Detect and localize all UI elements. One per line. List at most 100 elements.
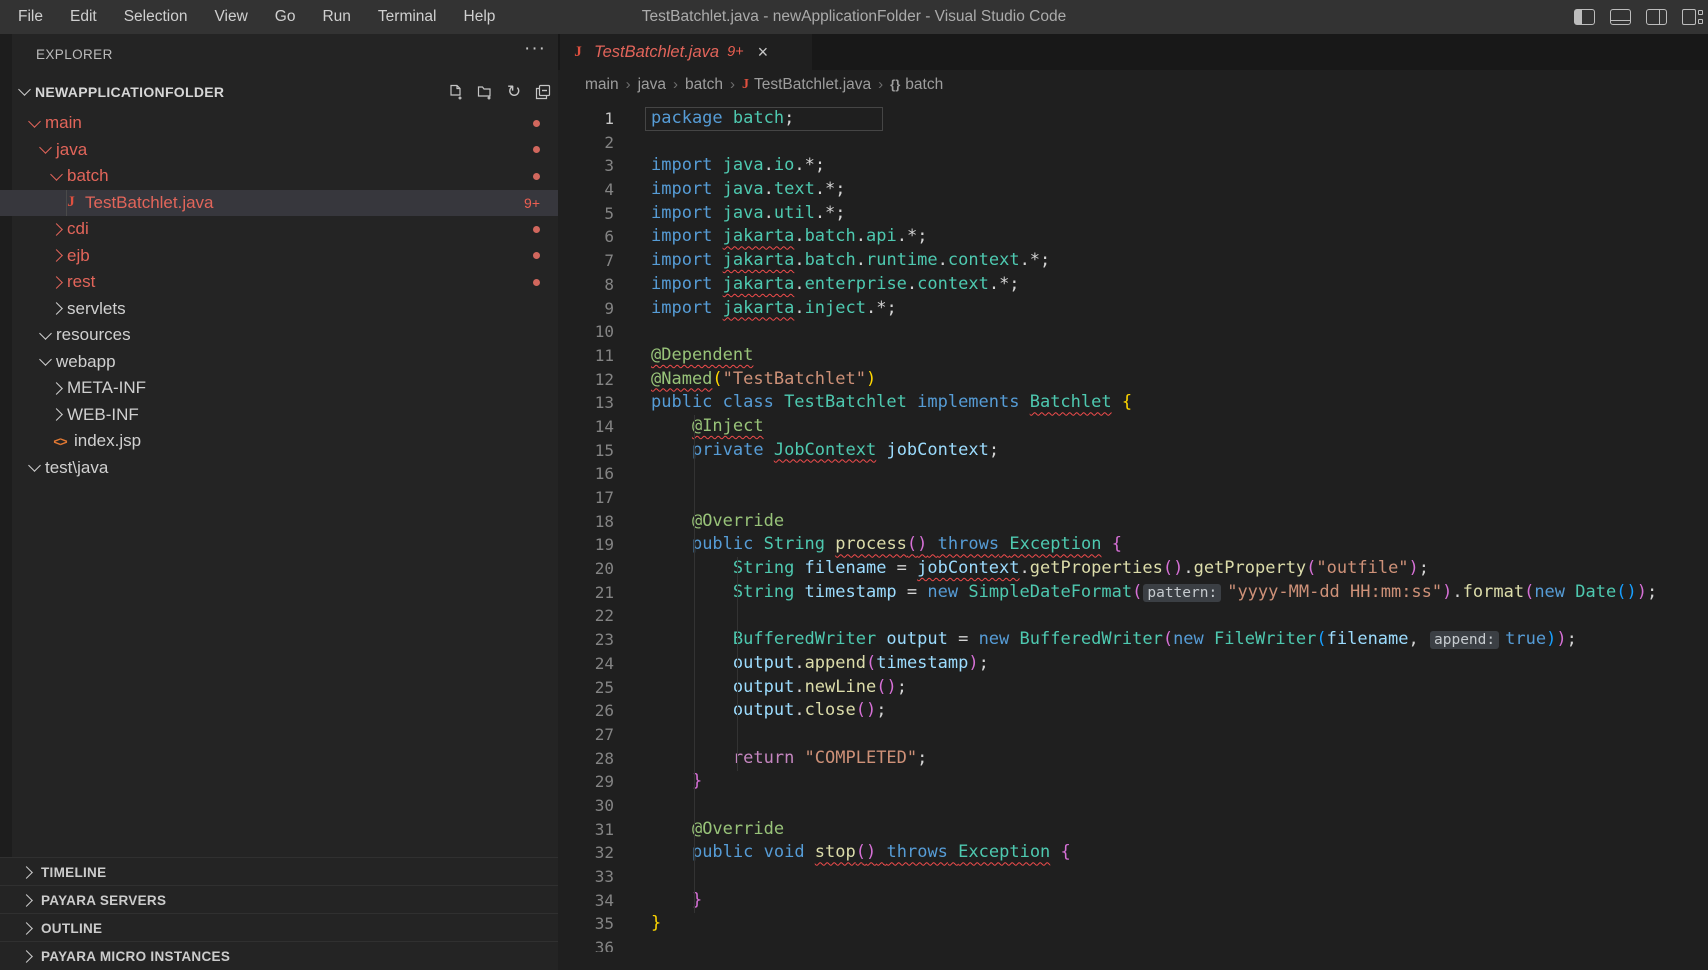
section-outline[interactable]: OUTLINE <box>0 913 558 942</box>
code-line-3[interactable]: 3import java.io.*; <box>558 154 1708 178</box>
code-line-34[interactable]: 34 } <box>558 889 1708 913</box>
code-line-28[interactable]: 28 return "COMPLETED"; <box>558 747 1708 771</box>
toggle-panel-icon[interactable] <box>1610 9 1631 25</box>
tree-item-rest[interactable]: rest <box>0 269 558 296</box>
tree-item-testbatchlet-java[interactable]: JTestBatchlet.java9+ <box>0 190 558 217</box>
tree-indent-guide <box>66 190 67 217</box>
breadcrumb-item-java[interactable]: java <box>638 76 666 94</box>
code-line-8[interactable]: 8import jakarta.enterprise.context.*; <box>558 273 1708 297</box>
menu-edit[interactable]: Edit <box>70 8 97 26</box>
breadcrumb-item-batch[interactable]: {}batch <box>890 76 943 94</box>
code-line-7[interactable]: 7import jakarta.batch.runtime.context.*; <box>558 249 1708 273</box>
line-number: 4 <box>558 178 614 202</box>
chevron-down-icon <box>18 83 31 96</box>
code-line-31[interactable]: 31 @Override <box>558 818 1708 842</box>
customize-layout-icon[interactable] <box>1682 9 1696 25</box>
workspace-folder-header[interactable]: NEWAPPLICATIONFOLDER ↻ <box>0 78 558 105</box>
code-line-25[interactable]: 25 output.newLine(); <box>558 676 1708 700</box>
menu-bar: File Edit Selection View Go Run Terminal Help <box>0 8 495 26</box>
line-content: import jakarta.inject.*; <box>651 297 897 321</box>
tab-testbatchlet-java[interactable]: J TestBatchlet.java 9+ × <box>560 34 812 70</box>
menu-run[interactable]: Run <box>322 8 350 26</box>
new-file-icon[interactable] <box>447 83 465 101</box>
code-line-32[interactable]: 32 public void stop() throws Exception { <box>558 841 1708 865</box>
refresh-icon[interactable]: ↻ <box>505 83 523 101</box>
code-line-26[interactable]: 26 output.close(); <box>558 699 1708 723</box>
code-line-30[interactable]: 30 <box>558 794 1708 818</box>
tree-item-main[interactable]: main <box>0 110 558 137</box>
code-line-27[interactable]: 27 <box>558 723 1708 747</box>
code-line-18[interactable]: 18 @Override <box>558 510 1708 534</box>
code-line-13[interactable]: 13public class TestBatchlet implements B… <box>558 391 1708 415</box>
code-line-21[interactable]: 21 String timestamp = new SimpleDateForm… <box>558 581 1708 605</box>
code-line-14[interactable]: 14 @Inject <box>558 415 1708 439</box>
code-line-20[interactable]: 20 String filename = jobContext.getPrope… <box>558 557 1708 581</box>
modified-dot-badge <box>533 146 540 153</box>
code-line-5[interactable]: 5import java.util.*; <box>558 202 1708 226</box>
code-line-15[interactable]: 15 private JobContext jobContext; <box>558 439 1708 463</box>
code-line-23[interactable]: 23 BufferedWriter output = new BufferedW… <box>558 628 1708 652</box>
code-line-16[interactable]: 16 <box>558 462 1708 486</box>
section-timeline[interactable]: TIMELINE <box>0 857 558 886</box>
breadcrumb-label: batch <box>905 76 943 94</box>
chevron-down-icon <box>39 327 52 340</box>
chevron-down-icon <box>28 115 41 128</box>
tree-item-webapp[interactable]: webapp <box>0 349 558 376</box>
menu-selection[interactable]: Selection <box>124 8 188 26</box>
menu-terminal[interactable]: Terminal <box>378 8 437 26</box>
code-editor[interactable]: 1package batch;23import java.io.*;4 impor… <box>558 99 1708 952</box>
menu-file[interactable]: File <box>18 8 43 26</box>
modified-dot-badge <box>533 226 540 233</box>
tree-item-web-inf[interactable]: WEB-INF <box>0 402 558 429</box>
explorer-more-actions-icon[interactable]: ··· <box>524 38 546 60</box>
java-file-icon: J <box>742 77 749 93</box>
new-folder-icon[interactable] <box>476 83 494 101</box>
tree-item-servlets[interactable]: servlets <box>0 296 558 323</box>
breadcrumb-label: java <box>638 76 666 94</box>
toggle-secondary-sidebar-icon[interactable] <box>1646 9 1667 25</box>
breadcrumb-item-testbatchlet-java[interactable]: JTestBatchlet.java <box>742 76 871 94</box>
inlay-hint: pattern: <box>1143 584 1221 602</box>
tree-item-cdi[interactable]: cdi <box>0 216 558 243</box>
breadcrumb-item-batch[interactable]: batch <box>685 76 723 94</box>
code-line-22[interactable]: 22 <box>558 604 1708 628</box>
code-line-17[interactable]: 17 <box>558 486 1708 510</box>
breadcrumb-item-main[interactable]: main <box>585 76 619 94</box>
code-line-1[interactable]: 1package batch; <box>558 107 1708 131</box>
section-payara-servers[interactable]: PAYARA SERVERS <box>0 885 558 914</box>
code-line-6[interactable]: 6import jakarta.batch.api.*; <box>558 225 1708 249</box>
menu-view[interactable]: View <box>214 8 247 26</box>
code-line-10[interactable]: 10 <box>558 320 1708 344</box>
tree-item-label: main <box>45 113 82 133</box>
chevron-down-icon <box>50 168 63 181</box>
tree-item-test-java[interactable]: test\java <box>0 455 558 482</box>
code-line-29[interactable]: 29 } <box>558 770 1708 794</box>
code-line-35[interactable]: 35} <box>558 912 1708 936</box>
tree-item-java[interactable]: java <box>0 137 558 164</box>
section-payara-micro-instances[interactable]: PAYARA MICRO INSTANCES <box>0 941 558 970</box>
collapse-all-icon[interactable] <box>534 83 552 101</box>
menu-go[interactable]: Go <box>275 8 296 26</box>
tree-item-meta-inf[interactable]: META-INF <box>0 375 558 402</box>
code-line-2[interactable]: 2 <box>558 131 1708 155</box>
line-content: } <box>651 889 702 913</box>
code-line-19[interactable]: 19 public String process() throws Except… <box>558 533 1708 557</box>
code-line-9[interactable]: 9import jakarta.inject.*; <box>558 297 1708 321</box>
modified-dot-badge <box>533 120 540 127</box>
line-content: import java.text.*; <box>651 178 846 202</box>
close-icon[interactable]: × <box>758 43 769 61</box>
section-label: OUTLINE <box>41 921 102 936</box>
toggle-sidebar-icon[interactable] <box>1574 9 1595 25</box>
line-content: import java.util.*; <box>651 202 846 226</box>
code-line-11[interactable]: 11@Dependent <box>558 344 1708 368</box>
tree-item-ejb[interactable]: ejb <box>0 243 558 270</box>
tree-item-batch[interactable]: batch <box>0 163 558 190</box>
code-line-24[interactable]: 24 output.append(timestamp); <box>558 652 1708 676</box>
code-line-4[interactable]: 4 import java.text.*; <box>558 178 1708 202</box>
tree-item-index-jsp[interactable]: <>index.jsp <box>0 428 558 455</box>
code-line-12[interactable]: 12@Named("TestBatchlet") <box>558 368 1708 392</box>
menu-help[interactable]: Help <box>464 8 496 26</box>
code-line-36[interactable]: 36 <box>558 936 1708 952</box>
tree-item-resources[interactable]: resources <box>0 322 558 349</box>
code-line-33[interactable]: 33 <box>558 865 1708 889</box>
